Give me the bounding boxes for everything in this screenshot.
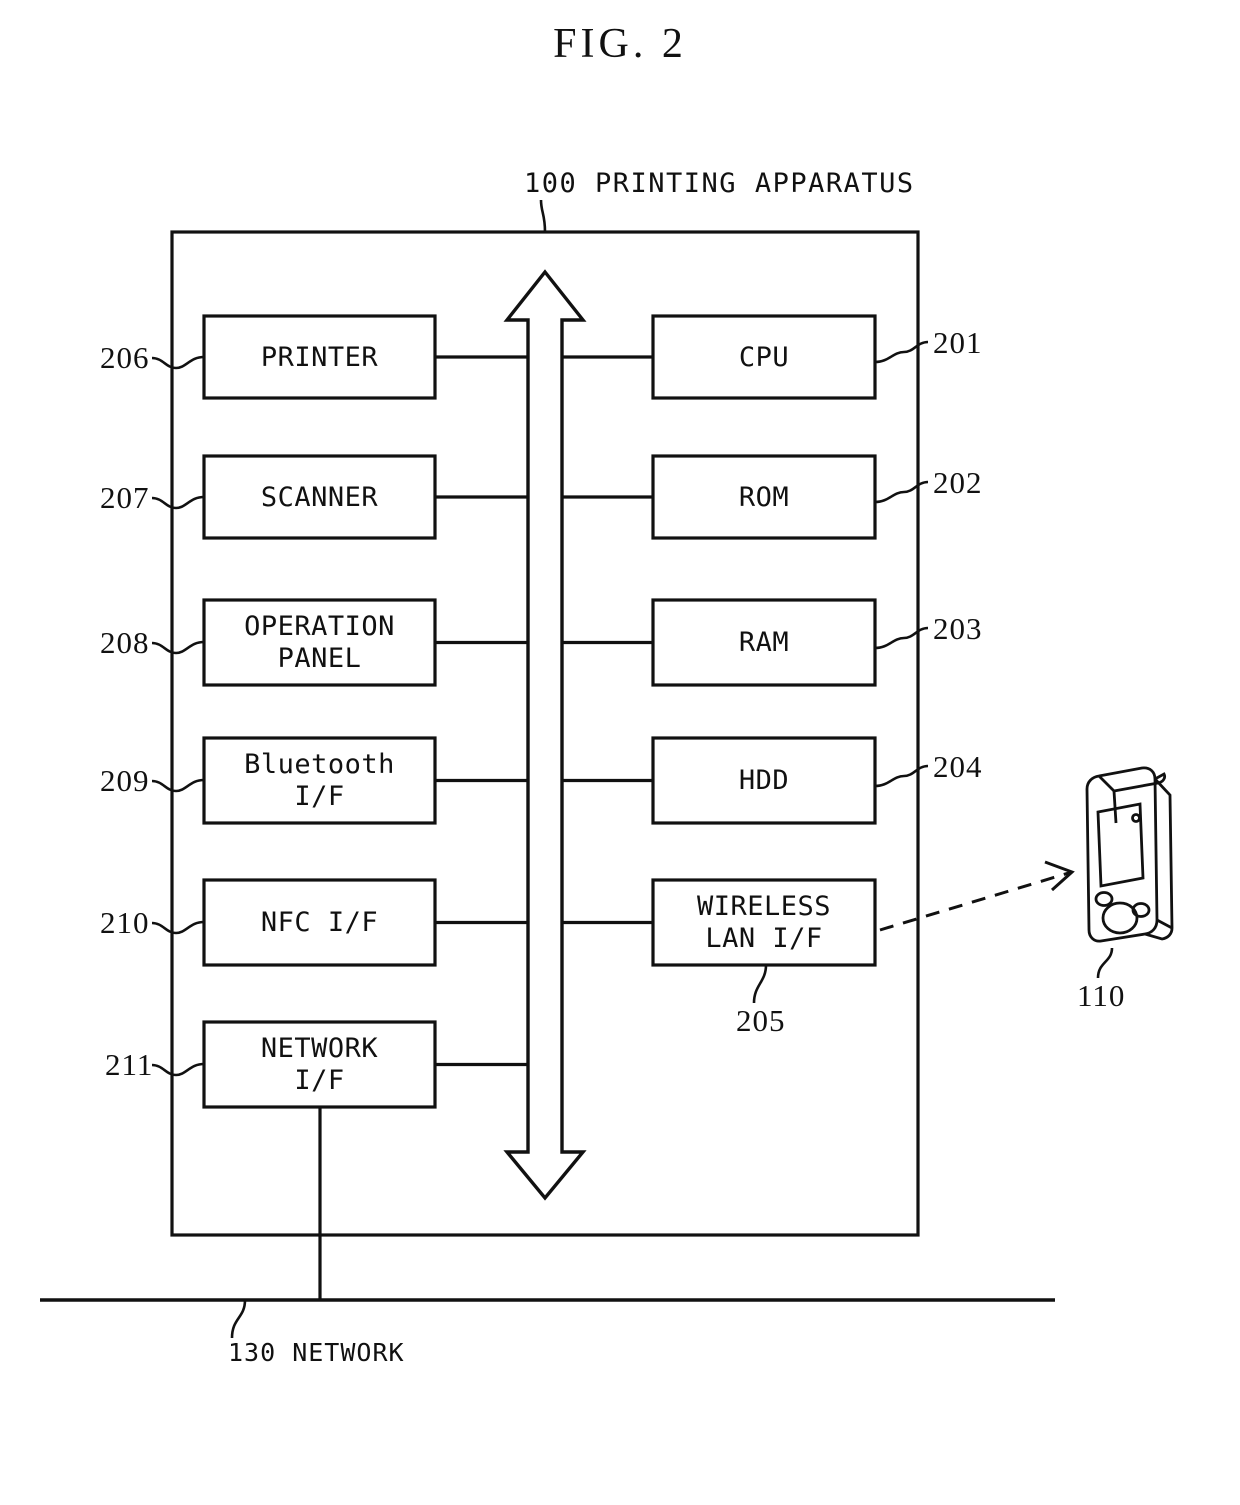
leader-204 — [874, 764, 929, 788]
figure-root: FIG. 2 100 PRINTING APPARATUS 130 NETWOR… — [0, 0, 1240, 1505]
leader-202 — [874, 480, 929, 504]
leader-211 — [151, 1062, 205, 1077]
ref-number-211: 211 — [105, 1047, 154, 1082]
apparatus-title-label: 100 PRINTING APPARATUS — [524, 168, 915, 199]
wireless-link-dashed — [879, 870, 1073, 932]
diagram-linework — [40, 199, 1174, 1339]
leader-208 — [151, 640, 205, 655]
leader-100 — [539, 199, 547, 233]
mobile-device-drawing — [1085, 766, 1174, 943]
device-button-center — [1101, 901, 1139, 935]
box-nfc — [202, 878, 437, 967]
box-printer — [202, 314, 437, 400]
leader-203 — [874, 626, 929, 650]
device-indicator-dot — [1131, 813, 1141, 823]
leader-201 — [874, 340, 929, 364]
leader-207 — [151, 495, 205, 510]
leader-110 — [1096, 947, 1114, 979]
ref-number-203: 203 — [933, 611, 983, 646]
wireless-link-arrowhead — [1044, 860, 1075, 892]
box-rom — [651, 454, 877, 540]
leader-206 — [151, 355, 205, 370]
box-bluetooth — [202, 736, 437, 825]
box-operation — [202, 598, 437, 687]
box-scanner — [202, 454, 437, 540]
leader-130 — [230, 1299, 247, 1339]
ref-number-210: 210 — [100, 905, 150, 940]
leader-210 — [151, 920, 205, 935]
ref-number-110: 110 — [1077, 978, 1126, 1013]
ref-number-204: 204 — [933, 749, 983, 784]
box-ram — [651, 598, 877, 687]
box-cpu — [651, 314, 877, 400]
apparatus-frame — [170, 230, 920, 1237]
box-hdd — [651, 736, 877, 825]
network-title-label: 130 NETWORK — [228, 1338, 405, 1367]
device-body-side — [1144, 778, 1174, 941]
system-bus-arrow — [503, 269, 587, 1201]
ref-number-208: 208 — [100, 625, 150, 660]
leader-209 — [151, 778, 205, 793]
ref-number-202: 202 — [933, 465, 983, 500]
box-wireless — [651, 878, 877, 967]
ref-number-201: 201 — [933, 325, 983, 360]
ref-number-207: 207 — [100, 480, 150, 515]
ref-number-209: 209 — [100, 763, 150, 798]
ref-number-206: 206 — [100, 340, 150, 375]
leader-205 — [752, 964, 768, 1004]
device-button-left — [1094, 891, 1114, 907]
box-network-if — [202, 1020, 437, 1109]
device-top-cap-line — [1112, 790, 1118, 824]
device-body-side-edge — [1156, 918, 1173, 930]
ref-number-205: 205 — [736, 1003, 786, 1038]
device-screen — [1096, 802, 1145, 888]
